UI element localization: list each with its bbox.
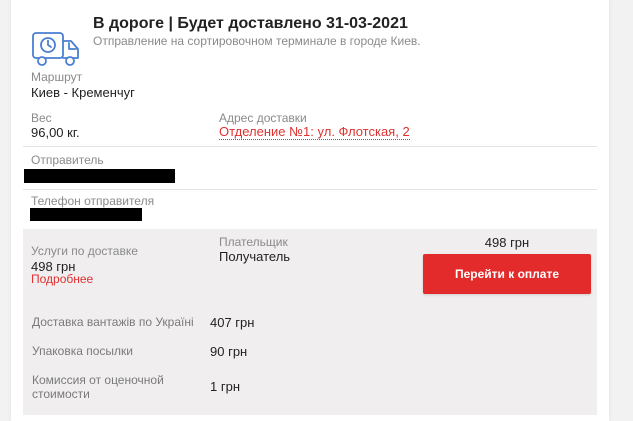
divider	[23, 146, 597, 147]
shipment-card: В дороге | Будет доставлено 31-03-2021 О…	[11, 0, 609, 421]
divider	[23, 189, 597, 190]
delivery-address-label: Адрес доставки	[219, 111, 307, 125]
service-price: 90 грн	[210, 344, 248, 359]
sender-phone-label: Телефон отправителя	[31, 194, 155, 208]
weight-label: Вес	[31, 111, 52, 125]
payer-value: Получатель	[219, 249, 291, 264]
details-link[interactable]: Подробнее	[31, 272, 93, 286]
weight-value: 96,00 кг.	[31, 125, 80, 140]
sender-label: Отправитель	[31, 153, 104, 167]
status-subtitle: Отправление на сортировочном терминале в…	[93, 34, 421, 48]
payment-amount: 498 грн	[484, 235, 530, 250]
payment-section: Услуги по доставке 498 грн Подробнее Пла…	[23, 229, 597, 415]
status-title: В дороге | Будет доставлено 31-03-2021	[93, 15, 408, 32]
route-value: Киев - Кременчуг	[31, 85, 135, 100]
payer-label: Плательщик	[219, 235, 288, 249]
route-label: Маршрут	[31, 70, 83, 84]
pay-button[interactable]: Перейти к оплате	[423, 254, 591, 294]
sender-redacted	[24, 169, 175, 183]
service-price: 407 грн	[210, 315, 255, 330]
service-name: Комиссия от оценочной стоимости	[32, 373, 164, 401]
service-price: 1 грн	[210, 379, 240, 394]
delivery-address-link[interactable]: Отделение №1: ул. Флотская, 2	[219, 125, 410, 140]
services-label: Услуги по доставке	[31, 244, 138, 258]
service-name: Упаковка посылки	[32, 344, 133, 358]
sender-phone-redacted	[30, 208, 142, 221]
delivery-truck-icon	[31, 30, 81, 70]
service-name: Доставка вантажів по Україні	[32, 315, 194, 329]
